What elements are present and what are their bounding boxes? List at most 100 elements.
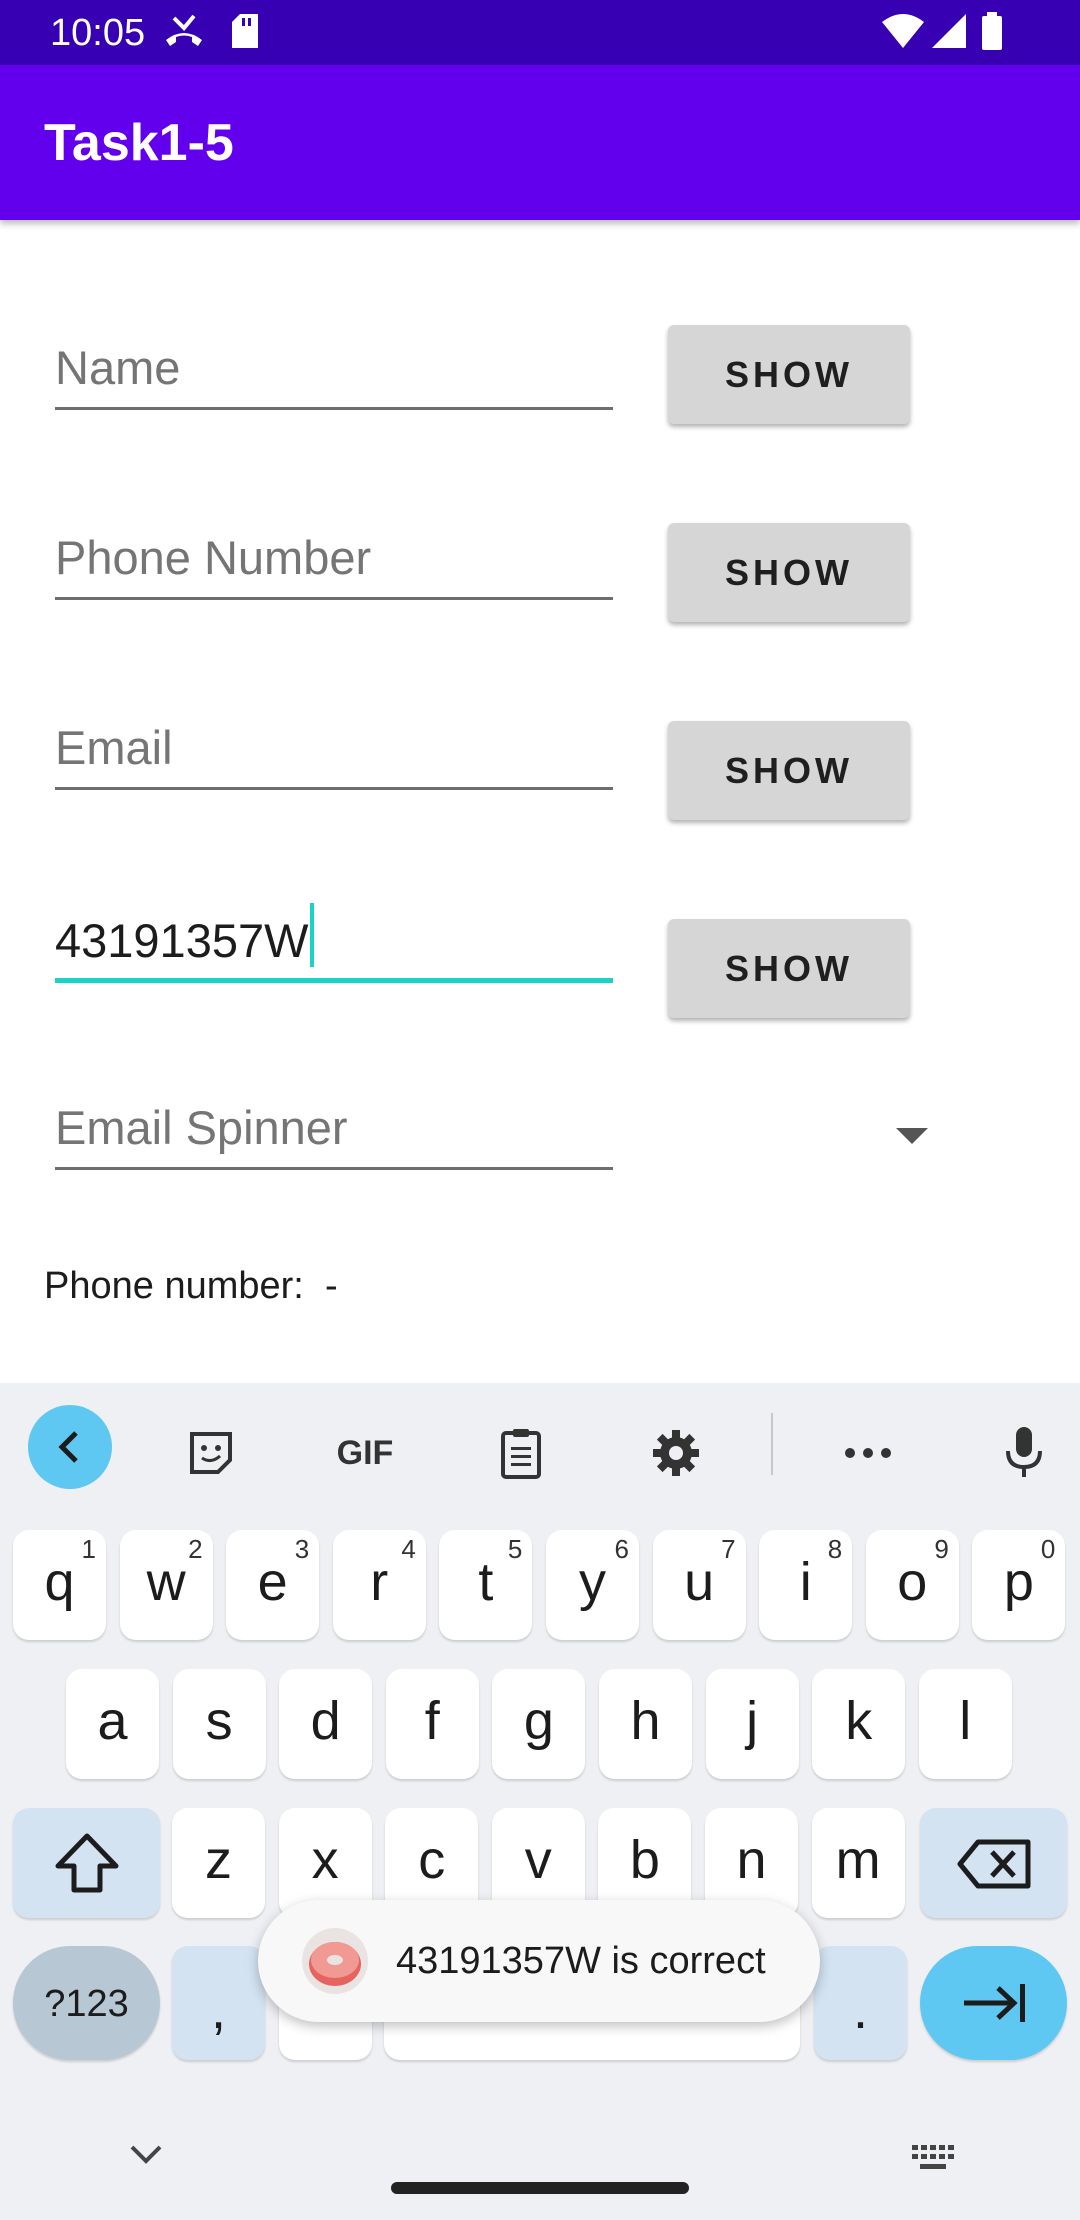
toolbar-divider <box>771 1413 773 1475</box>
name-input-placeholder: Name <box>55 341 181 394</box>
mic-icon[interactable] <box>989 1418 1059 1488</box>
gif-icon[interactable]: GIF <box>330 1418 400 1488</box>
key-a-label: a <box>97 1691 128 1751</box>
id-input-underline <box>55 978 613 983</box>
app-bar: Task1-5 <box>0 65 1080 220</box>
symbols-key-label: ?123 <box>44 1983 129 2025</box>
key-q[interactable]: q1 <box>13 1530 106 1640</box>
id-input[interactable]: 43191357W <box>55 903 613 983</box>
key-m-label: m <box>835 1830 881 1890</box>
key-y-hint: 6 <box>614 1534 629 1564</box>
phone-input[interactable]: Phone Number <box>55 520 613 600</box>
key-s[interactable]: s <box>172 1669 266 1779</box>
key-h-label: h <box>630 1691 661 1751</box>
key-b-label: b <box>629 1830 660 1890</box>
back-icon[interactable] <box>28 1405 112 1489</box>
key-d-label: d <box>310 1691 341 1751</box>
key-w-hint: 2 <box>188 1534 203 1564</box>
id-input-value-wrap: 43191357W <box>55 903 315 969</box>
key-r-hint: 4 <box>401 1534 416 1564</box>
key-n-label: n <box>736 1830 767 1890</box>
key-j[interactable]: j <box>705 1669 799 1779</box>
status-time: 10:05 <box>50 12 146 54</box>
key-s-label: s <box>205 1691 233 1751</box>
key-c-label: c <box>418 1830 446 1890</box>
dropdown-arrow-icon[interactable] <box>896 1128 928 1144</box>
key-o[interactable]: o9 <box>865 1530 959 1640</box>
key-u[interactable]: u7 <box>652 1530 746 1640</box>
show-phone-button[interactable]: SHOW <box>668 523 910 622</box>
clipboard-icon[interactable] <box>486 1418 556 1488</box>
email-spinner-placeholder: Email Spinner <box>55 1101 348 1154</box>
key-l[interactable]: l <box>918 1669 1012 1779</box>
sticker-icon[interactable] <box>176 1418 246 1488</box>
app-title: Task1-5 <box>44 114 234 172</box>
keyboard-switch-icon[interactable] <box>910 2143 956 2178</box>
toast-message: 43191357W is correct <box>396 1940 766 1982</box>
key-y[interactable]: y6 <box>546 1530 639 1640</box>
phone-input-placeholder: Phone Number <box>55 531 372 584</box>
key-i[interactable]: i8 <box>759 1530 853 1640</box>
key-v-label: v <box>524 1830 552 1890</box>
key-x-label: x <box>311 1830 339 1890</box>
period-key[interactable]: . <box>814 1946 907 2060</box>
email-input-placeholder: Email <box>55 721 173 774</box>
period-key-label: . <box>852 1980 868 2040</box>
key-r[interactable]: r4 <box>332 1530 426 1640</box>
key-z[interactable]: z <box>172 1808 265 1918</box>
tab-next-key[interactable] <box>920 1946 1067 2060</box>
key-h[interactable]: h <box>599 1669 692 1779</box>
backspace-key[interactable] <box>920 1808 1067 1918</box>
key-t-hint: 5 <box>507 1534 523 1564</box>
key-p[interactable]: p0 <box>972 1530 1066 1640</box>
key-j-label: j <box>746 1691 759 1751</box>
toast: 43191357W is correct <box>258 1900 820 2022</box>
settings-icon[interactable] <box>641 1418 711 1488</box>
email-spinner[interactable]: Email Spinner <box>55 1090 935 1170</box>
show-email-button[interactable]: SHOW <box>668 721 910 820</box>
email-input-underline <box>55 787 613 790</box>
soft-keyboard: GIF ?123 , . q1w2e3r4t5y6u7i8o9p0 a s d f … <box>0 1383 1080 2220</box>
status-bar: 10:05 <box>0 0 1080 65</box>
collapse-keyboard-icon[interactable] <box>128 2143 164 2172</box>
phone-number-result: Phone number: - <box>44 1265 338 1307</box>
key-k[interactable]: k <box>812 1669 906 1779</box>
key-f[interactable]: f <box>385 1669 479 1779</box>
more-icon[interactable] <box>833 1418 903 1488</box>
home-indicator[interactable] <box>391 2182 689 2194</box>
key-i-hint: 8 <box>827 1534 843 1564</box>
app-icon <box>300 1926 370 2001</box>
key-g[interactable]: g <box>492 1669 586 1779</box>
key-k-label: k <box>845 1691 873 1751</box>
show-name-button[interactable]: SHOW <box>668 325 910 424</box>
show-id-button[interactable]: SHOW <box>668 919 910 1018</box>
key-w[interactable]: w2 <box>119 1530 213 1640</box>
key-p-hint: 0 <box>1040 1534 1056 1564</box>
phone-input-underline <box>55 597 613 600</box>
text-cursor <box>310 903 315 967</box>
id-input-value: 43191357W <box>55 914 309 967</box>
wifi-icon <box>880 12 926 55</box>
email-spinner-underline <box>55 1167 613 1170</box>
key-u-hint: 7 <box>721 1534 736 1564</box>
key-m[interactable]: m <box>811 1808 905 1918</box>
comma-key[interactable]: , <box>172 1946 265 2060</box>
key-q-hint: 1 <box>81 1534 96 1564</box>
key-a[interactable]: a <box>66 1669 159 1779</box>
key-t[interactable]: t5 <box>439 1530 533 1640</box>
key-o-hint: 9 <box>934 1534 949 1564</box>
comma-key-label: , <box>210 1980 226 2040</box>
name-input[interactable]: Name <box>55 330 613 410</box>
email-input[interactable]: Email <box>55 710 613 790</box>
shift-key[interactable] <box>13 1808 160 1918</box>
key-e-hint: 3 <box>294 1534 310 1564</box>
key-z-label: z <box>205 1830 232 1890</box>
key-e[interactable]: e3 <box>226 1530 320 1640</box>
battery-icon <box>980 12 1004 57</box>
key-g-label: g <box>523 1691 554 1751</box>
signal-icon <box>930 12 968 55</box>
missed-call-icon <box>162 12 206 57</box>
key-d[interactable]: d <box>279 1669 373 1779</box>
key-f-label: f <box>424 1691 440 1751</box>
symbols-key[interactable]: ?123 <box>13 1946 160 2060</box>
